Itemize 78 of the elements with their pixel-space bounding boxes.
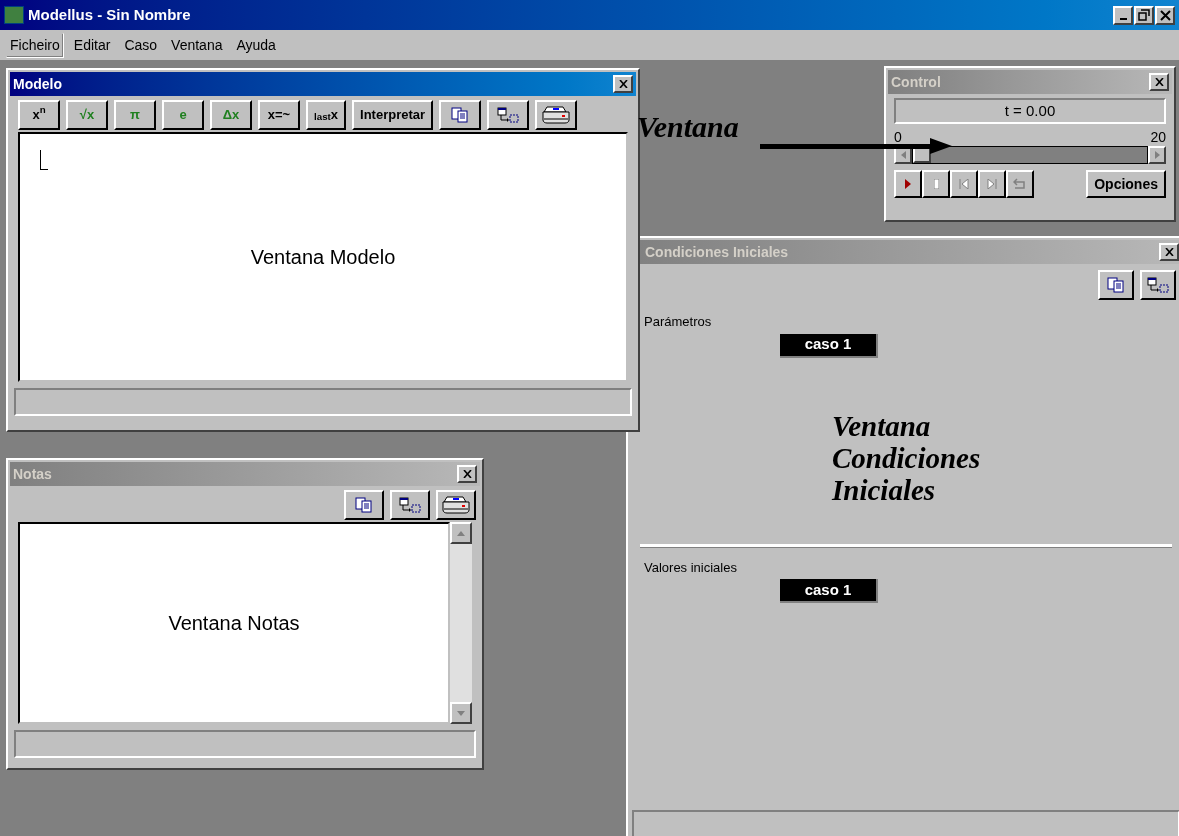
time-display: t = 0.00 (894, 98, 1166, 124)
scrollbar[interactable] (450, 522, 472, 724)
copy-to-button[interactable] (390, 490, 430, 520)
model-editor[interactable]: Ventana Modelo (18, 132, 628, 382)
stop-button[interactable] (922, 170, 950, 198)
menu-item[interactable]: Caso (120, 32, 162, 58)
close-button[interactable] (1155, 5, 1175, 25)
close-button[interactable] (613, 75, 633, 93)
skip-forward-icon (987, 179, 997, 189)
copy-icon (1107, 277, 1125, 293)
menu-item[interactable]: Ficheiro (6, 32, 64, 58)
window-title: Modellus - Sin Nombre (28, 4, 191, 25)
close-icon (1164, 248, 1174, 256)
annotation-text: Ventana Modelo (250, 245, 396, 270)
close-icon (618, 80, 628, 88)
restore-button[interactable] (1134, 5, 1154, 25)
skip-back-button[interactable] (950, 170, 978, 198)
printer-icon (441, 496, 471, 514)
menu-item[interactable]: Ayuda (232, 32, 280, 58)
printer-icon (541, 106, 572, 124)
menu-item[interactable]: Ventana (167, 32, 227, 58)
toolbar-button[interactable]: $_{last}$x (306, 100, 347, 130)
minimize-icon (1119, 18, 1127, 20)
toolbar-button[interactable]: Interpretar (352, 100, 434, 130)
notes-editor[interactable]: Ventana Notas (18, 522, 450, 724)
stop-icon (933, 179, 939, 189)
copy-button[interactable] (1098, 270, 1134, 300)
window-arrow-icon (497, 107, 520, 123)
minimize-button[interactable] (1113, 5, 1133, 25)
right-arrow-icon (1154, 151, 1160, 159)
left-arrow-icon (900, 151, 906, 159)
copy-to-button[interactable] (1140, 270, 1176, 300)
window-title: Condiciones Iniciales (644, 242, 789, 262)
annotation-text: Ventana Notas (168, 611, 300, 636)
copy-icon (451, 107, 470, 123)
close-icon (1154, 78, 1164, 86)
window-title: Modelo (13, 74, 62, 94)
annotation-text: Ventana Condiciones Iniciales (832, 409, 982, 506)
menu-item[interactable]: Editar (69, 32, 115, 58)
restore-icon (1138, 9, 1150, 21)
copy-to-button[interactable] (487, 100, 530, 130)
text-cursor (40, 150, 48, 170)
scroll-right-button[interactable] (1148, 146, 1166, 164)
app-icon (4, 6, 24, 24)
close-icon (1159, 9, 1171, 21)
close-button[interactable] (1159, 243, 1179, 261)
window-title: Notas (13, 464, 52, 484)
close-icon (462, 470, 472, 478)
scroll-down-button[interactable] (450, 702, 472, 724)
annotation-text: Ventana (637, 109, 739, 145)
scale-label: 0 (894, 130, 902, 144)
copy-button[interactable] (344, 490, 384, 520)
play-button[interactable] (894, 170, 922, 198)
print-button[interactable] (436, 490, 476, 520)
close-button[interactable] (1149, 73, 1169, 91)
print-button[interactable] (535, 100, 578, 130)
window-arrow-icon (1147, 277, 1169, 293)
toolbar-button[interactable]: x=~ (258, 100, 300, 130)
window-title: Control (891, 72, 941, 92)
scale-label: 20 (1150, 130, 1166, 144)
skip-forward-button[interactable] (978, 170, 1006, 198)
play-icon (905, 179, 911, 189)
close-button[interactable] (457, 465, 477, 483)
down-arrow-icon (457, 710, 465, 716)
copy-icon (355, 497, 373, 513)
window-arrow-icon (399, 497, 421, 513)
options-button[interactable]: Opciones (1086, 170, 1166, 198)
replay-button[interactable] (1006, 170, 1034, 198)
section-label: Parámetros (643, 313, 713, 331)
case-badge[interactable]: caso 1 (780, 579, 878, 603)
scroll-up-button[interactable] (450, 522, 472, 544)
skip-back-icon (959, 179, 969, 189)
return-arrow-icon (1013, 178, 1027, 190)
toolbar-button[interactable]: x$^{n}$ (18, 100, 60, 130)
up-arrow-icon (457, 530, 465, 536)
section-label: Valores iniciales (643, 558, 738, 577)
case-badge[interactable]: caso 1 (780, 333, 878, 358)
copy-button[interactable] (439, 100, 482, 130)
